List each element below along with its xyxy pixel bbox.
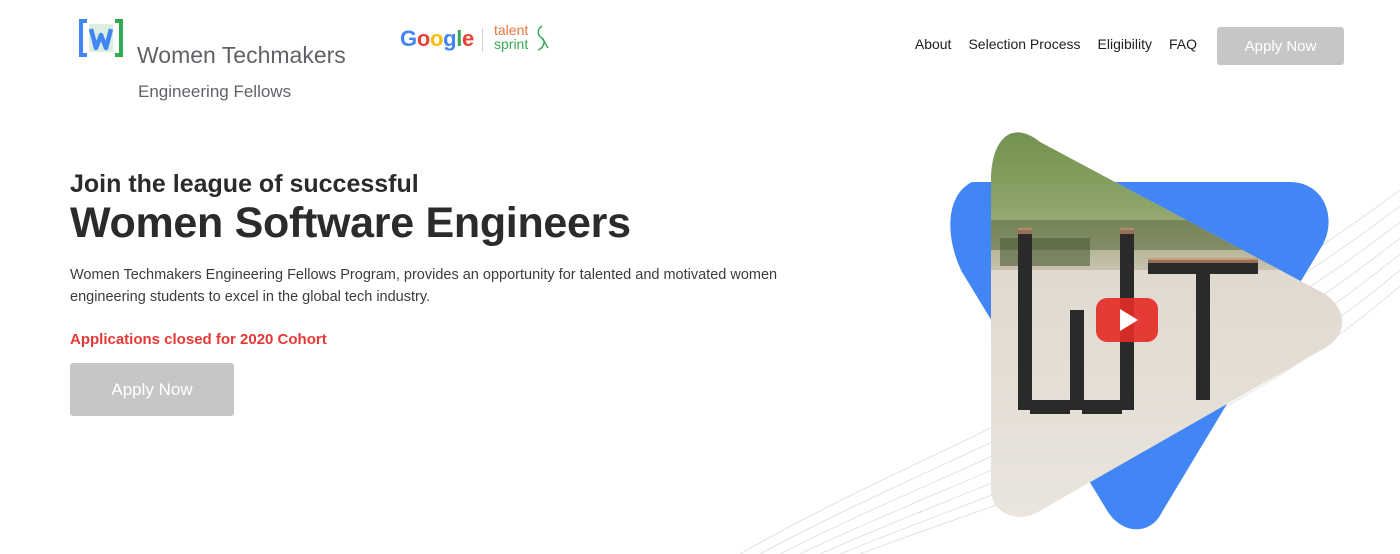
brand-title: Women Techmakers	[137, 42, 346, 68]
talentsprint-logo: talent sprint	[494, 22, 549, 52]
applications-status: Applications closed for 2020 Cohort	[70, 331, 327, 348]
header-apply-button[interactable]: Apply Now	[1217, 27, 1344, 65]
video-play-button[interactable]	[1096, 298, 1158, 342]
nav-selection-process[interactable]: Selection Process	[968, 36, 1080, 52]
main-nav: About Selection Process Eligibility FAQ	[915, 36, 1197, 52]
hero-apply-button[interactable]: Apply Now	[70, 363, 234, 416]
google-letter: e	[462, 26, 474, 51]
brand-logo-link[interactable]: Women Techmakers Engineering Fellows	[78, 18, 378, 101]
talentsprint-bottom-text: sprint	[494, 36, 528, 52]
hero-description: Women Techmakers Engineering Fellows Pro…	[70, 267, 778, 305]
google-letter: o	[429, 26, 444, 51]
google-letter: g	[443, 26, 457, 51]
nav-eligibility[interactable]: Eligibility	[1098, 36, 1152, 52]
partner-logos: Google talent sprint	[400, 22, 560, 56]
google-letter: G	[400, 26, 417, 51]
nav-about[interactable]: About	[915, 36, 952, 52]
hero-media	[739, 132, 1400, 554]
google-logo: Google	[400, 26, 474, 52]
google-letter: o	[416, 26, 430, 51]
partner-divider	[482, 28, 483, 52]
brand-subtitle: Engineering Fellows	[138, 82, 292, 101]
women-techmakers-logo-icon	[79, 19, 123, 57]
nav-faq[interactable]: FAQ	[1169, 36, 1197, 52]
hero-title: Women Software Engineers	[70, 199, 631, 247]
hero-lead: Join the league of successful	[70, 170, 419, 198]
